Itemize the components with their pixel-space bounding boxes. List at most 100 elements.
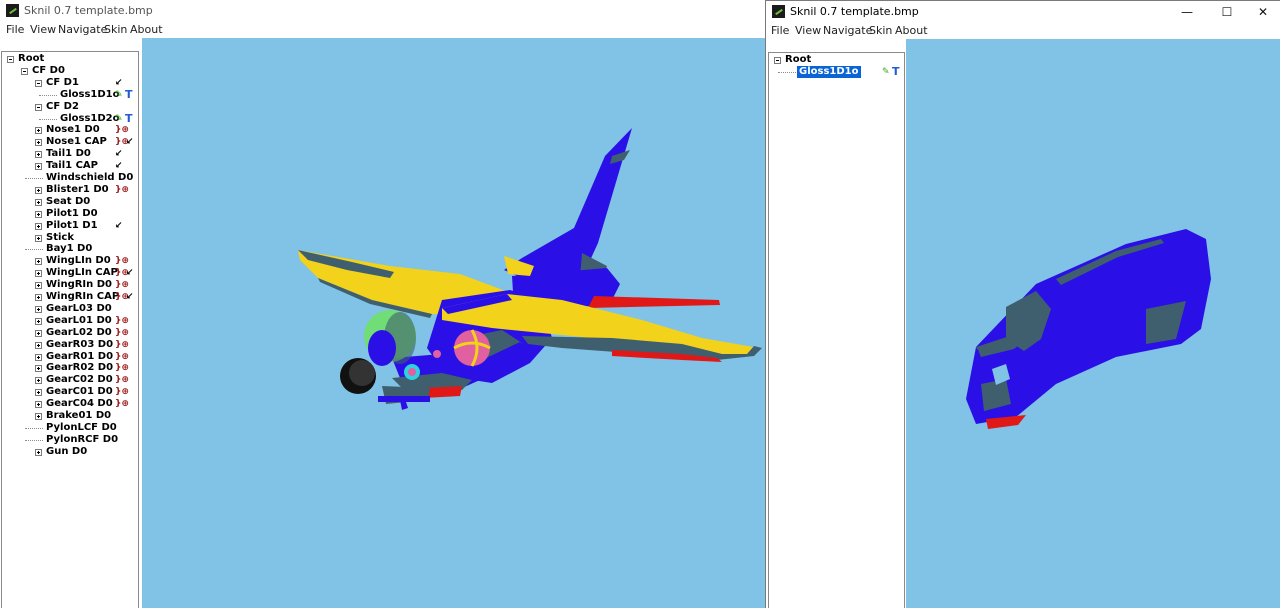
menu-file[interactable]: File <box>6 23 24 36</box>
pencil-icon: ✎ <box>115 89 123 100</box>
tree-node[interactable]: Nose1 CAP <box>46 136 107 148</box>
arrow-link-icon: ↙ <box>115 77 123 88</box>
menu-about[interactable]: About <box>130 23 163 36</box>
lod-icon: }⊕ <box>115 256 129 267</box>
tree-node[interactable]: GearR03 D0 <box>46 339 113 351</box>
lod-icon: }⊕ <box>115 315 129 326</box>
tree-node[interactable]: PylonLCF D0 <box>46 422 117 434</box>
expand-icon[interactable] <box>35 305 42 313</box>
tree-node[interactable]: Pilot1 D0 <box>46 208 98 220</box>
tree-node[interactable]: Root <box>18 53 44 65</box>
expand-icon[interactable] <box>35 258 42 266</box>
tree-node[interactable]: GearL01 D0 <box>46 315 112 327</box>
tree-node[interactable]: CF D0 <box>32 65 65 77</box>
expand-icon[interactable] <box>35 413 42 420</box>
tree-node[interactable]: Gloss1D2o <box>60 113 120 125</box>
title-bar[interactable]: Sknil 0.7 template.bmp <box>0 0 766 22</box>
tree-node[interactable]: Blister1 D0 <box>46 184 109 196</box>
tree-node[interactable]: Gloss1D1o <box>797 65 861 78</box>
minimize-button[interactable]: — <box>1170 3 1204 21</box>
tree-node[interactable]: Bay1 D0 <box>46 243 92 255</box>
tree-node[interactable]: CF D2 <box>46 101 79 113</box>
tree-connector <box>25 249 43 251</box>
tree-node[interactable]: WingLIn CAP <box>46 267 118 279</box>
expand-icon[interactable] <box>35 139 42 147</box>
menu-skin[interactable]: Skin <box>104 23 127 36</box>
expand-icon[interactable] <box>35 353 42 361</box>
lod-icon: }⊕ <box>115 363 129 374</box>
tree-connector <box>39 118 57 120</box>
expand-icon[interactable] <box>35 163 42 171</box>
tree-node[interactable]: WingLIn D0 <box>46 255 111 267</box>
close-button[interactable]: ✕ <box>1246 3 1280 21</box>
arrow-link-icon: ↙ <box>126 137 134 148</box>
expand-icon[interactable] <box>35 151 42 159</box>
menu-navigate[interactable]: Navigate <box>823 24 872 37</box>
menu-navigate[interactable]: Navigate <box>58 23 107 36</box>
model-tree[interactable]: Root Gloss1D1o ✎ T <box>768 52 905 608</box>
tree-node[interactable]: GearR01 D0 <box>46 351 113 363</box>
expand-icon[interactable] <box>35 389 42 397</box>
tree-node[interactable]: Root <box>785 54 811 66</box>
tree-node[interactable]: GearL03 D0 <box>46 303 112 315</box>
tree-node[interactable]: Nose1 D0 <box>46 124 100 136</box>
tree-node[interactable]: Windschield D0 <box>46 172 133 184</box>
tree-node[interactable]: Gun D0 <box>46 446 87 458</box>
tree-connector <box>39 94 57 96</box>
expand-icon[interactable] <box>35 448 42 456</box>
app-icon <box>6 4 19 17</box>
collapse-icon[interactable] <box>35 79 42 87</box>
expand-icon[interactable] <box>35 317 42 325</box>
expand-icon[interactable] <box>35 377 42 385</box>
tree-node[interactable]: GearC04 D0 <box>46 398 113 410</box>
expand-icon[interactable] <box>35 329 42 337</box>
collapse-icon[interactable] <box>774 57 781 64</box>
tree-node[interactable]: Seat D0 <box>46 196 90 208</box>
expand-icon[interactable] <box>35 186 42 194</box>
expand-icon[interactable] <box>35 210 42 218</box>
tree-node[interactable]: WingRIn CAP <box>46 291 119 303</box>
tree-node[interactable]: Stick <box>46 232 74 244</box>
tree-node[interactable]: WingRIn D0 <box>46 279 112 291</box>
arrow-link-icon: ↙ <box>115 220 123 231</box>
menu-about[interactable]: About <box>895 24 928 37</box>
window-title: Sknil 0.7 template.bmp <box>24 4 153 17</box>
model-tree[interactable]: Root CF D0 CF D1 ↙ Gloss1D1o ✎ T CF D2 Gloss1D2o… <box>1 51 139 608</box>
expand-icon[interactable] <box>35 270 42 278</box>
menu-skin[interactable]: Skin <box>869 24 892 37</box>
lod-icon: }⊕ <box>115 387 129 398</box>
collapse-icon[interactable] <box>35 103 42 111</box>
expand-icon[interactable] <box>35 222 42 230</box>
tree-node[interactable]: GearL02 D0 <box>46 327 112 339</box>
expand-icon[interactable] <box>35 341 42 349</box>
tree-node[interactable]: Gloss1D1o <box>60 89 120 101</box>
tree-node[interactable]: GearC02 D0 <box>46 374 113 386</box>
expand-icon[interactable] <box>35 365 42 373</box>
tree-node[interactable]: CF D1 <box>46 77 79 89</box>
tree-node[interactable]: Pilot1 D1 <box>46 220 98 232</box>
tree-node[interactable]: Tail1 CAP <box>46 160 98 172</box>
expand-icon[interactable] <box>35 401 42 409</box>
expand-icon[interactable] <box>35 294 42 301</box>
maximize-button[interactable]: ☐ <box>1210 3 1244 21</box>
3d-viewport[interactable] <box>906 39 1280 608</box>
expand-icon[interactable] <box>35 198 42 206</box>
collapse-icon[interactable] <box>21 67 28 75</box>
texture-t-icon: T <box>125 111 133 125</box>
expand-icon[interactable] <box>35 234 42 242</box>
menu-view[interactable]: View <box>795 24 821 37</box>
lod-icon: }⊕ <box>115 351 129 362</box>
menu-file[interactable]: File <box>771 24 789 37</box>
expand-icon[interactable] <box>35 127 42 135</box>
tree-node[interactable]: GearC01 D0 <box>46 386 113 398</box>
menu-view[interactable]: View <box>30 23 56 36</box>
collapse-icon[interactable] <box>7 56 14 63</box>
arrow-link-icon: ↙ <box>115 149 123 160</box>
title-bar[interactable]: Sknil 0.7 template.bmp — ☐ ✕ <box>766 1 1280 23</box>
tree-node[interactable]: PylonRCF D0 <box>46 434 118 446</box>
3d-viewport[interactable] <box>142 38 766 608</box>
expand-icon[interactable] <box>35 282 42 290</box>
tree-node[interactable]: GearR02 D0 <box>46 362 113 374</box>
tree-node[interactable]: Brake01 D0 <box>46 410 111 422</box>
tree-node[interactable]: Tail1 D0 <box>46 148 91 160</box>
